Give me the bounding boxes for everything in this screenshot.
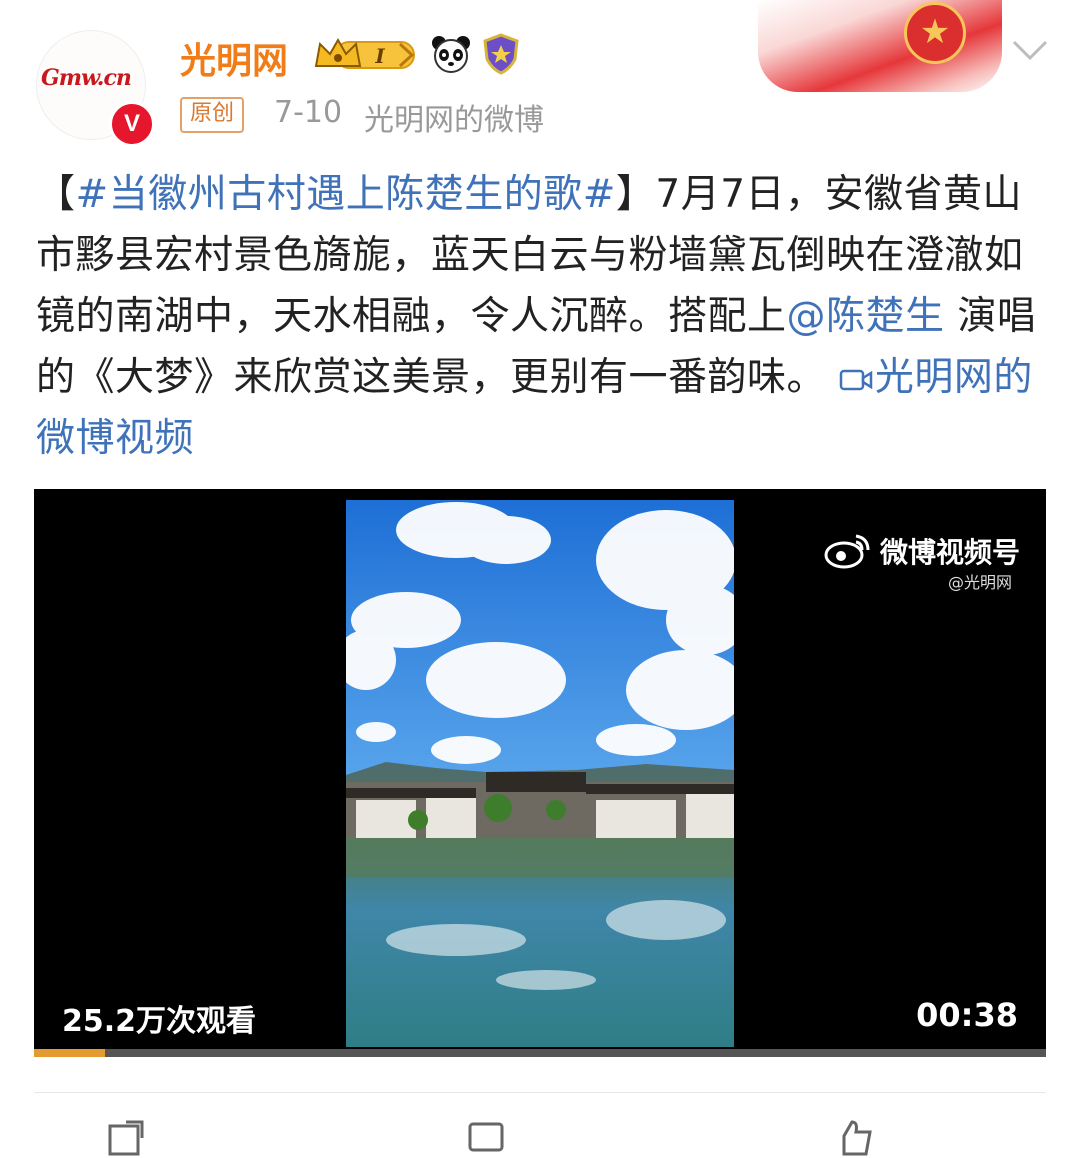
original-tag: 原创 bbox=[180, 97, 245, 133]
username[interactable]: 光明网 bbox=[180, 32, 288, 84]
level-badge-text: I bbox=[374, 44, 385, 68]
video-duration: 00:38 bbox=[916, 996, 1018, 1034]
video-player[interactable]: 微博视频号 @光明网 25.2万次观看 00:38 bbox=[34, 489, 1046, 1057]
chevron-down-icon[interactable] bbox=[1012, 40, 1048, 60]
weibo-logo-icon bbox=[824, 534, 870, 569]
village-lake-video-frame bbox=[346, 500, 734, 1047]
crown-level-badge-icon[interactable]: I bbox=[312, 36, 418, 74]
panda-icon[interactable] bbox=[430, 33, 472, 75]
comment-icon bbox=[468, 1122, 504, 1152]
mention-link[interactable]: @陈楚生 bbox=[787, 294, 945, 339]
video-progress-fill bbox=[34, 1049, 105, 1057]
festival-banner-image: ★ bbox=[758, 0, 1002, 92]
avatar-logo-mark: Gmw.cn bbox=[41, 65, 132, 91]
post-text: 【#当徽州古村遇上陈楚生的歌#】7月7日，安徽省黄山市黟县宏村景色旖旎，蓝天白云… bbox=[36, 164, 1046, 469]
repost-icon bbox=[108, 1120, 144, 1156]
watermark-text: 微博视频号 bbox=[880, 536, 1021, 569]
post-source[interactable]: 光明网的微博 bbox=[364, 95, 544, 139]
watermark-handle: @光明网 bbox=[948, 573, 1013, 592]
bracket-open: 【 bbox=[36, 172, 76, 217]
post-date: 7-10 bbox=[274, 95, 343, 130]
comment-button[interactable] bbox=[466, 1118, 506, 1158]
video-progress-bar[interactable] bbox=[34, 1049, 1046, 1057]
hashtag-link[interactable]: #当徽州古村遇上陈楚生的歌# bbox=[76, 172, 616, 217]
avatar[interactable]: Gmw.cn V bbox=[36, 30, 155, 147]
divider bbox=[34, 1092, 1046, 1093]
like-button[interactable] bbox=[836, 1118, 876, 1158]
weibo-video-watermark: 微博视频号 bbox=[824, 531, 1020, 571]
shield-badge-icon[interactable] bbox=[482, 33, 520, 75]
verified-badge: V bbox=[109, 101, 155, 147]
repost-button[interactable] bbox=[106, 1118, 146, 1158]
star-emblem-icon: ★ bbox=[904, 2, 966, 64]
thumbs-up-icon bbox=[842, 1120, 872, 1156]
bracket-close: 】 bbox=[615, 172, 656, 217]
view-count: 25.2万次观看 bbox=[62, 1004, 257, 1039]
video-camera-icon bbox=[839, 369, 873, 391]
